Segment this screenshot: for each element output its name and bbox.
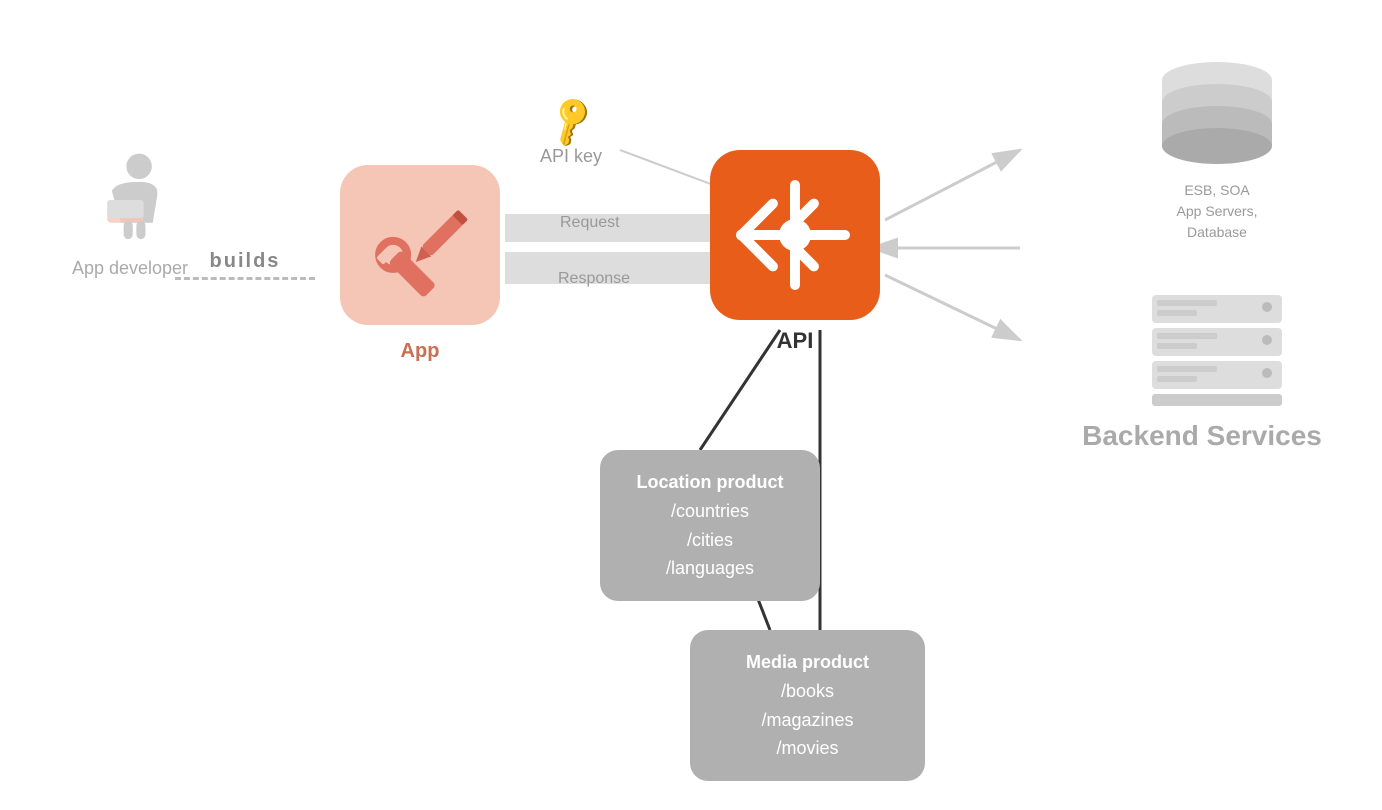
- api-label: API: [777, 328, 814, 354]
- api-key-label: API key: [540, 146, 602, 167]
- location-product-box: Location product /countries /cities /lan…: [600, 450, 820, 601]
- media-product-title: Media product: [720, 648, 895, 677]
- media-product-item-3: /movies: [720, 734, 895, 763]
- builds-annotation: builds: [175, 250, 315, 280]
- app-developer-label: App developer: [72, 258, 188, 279]
- request-label: Request: [560, 214, 620, 232]
- database-icon-group: ESB, SOAApp Servers,Database: [1152, 55, 1282, 243]
- esb-soa-label: ESB, SOAApp Servers,Database: [1152, 180, 1282, 243]
- media-product-item-2: /magazines: [720, 706, 895, 735]
- diagram-container: App developer builds App 🔑 API key: [0, 0, 1382, 810]
- media-product-item-1: /books: [720, 677, 895, 706]
- app-box: [340, 165, 500, 325]
- key-icon: 🔑: [541, 92, 601, 151]
- location-product-item-3: /languages: [630, 554, 790, 583]
- location-product-item-2: /cities: [630, 526, 790, 555]
- database-icon: [1152, 55, 1282, 175]
- server-icon-group: [1142, 290, 1292, 415]
- app-label: App: [370, 340, 470, 363]
- app-tools-icon: [360, 185, 480, 305]
- api-snowflake-icon: [730, 170, 860, 300]
- location-product-title: Location product: [630, 468, 790, 497]
- location-product-item-1: /countries: [630, 497, 790, 526]
- builds-dashed-line: [175, 277, 315, 280]
- backend-services-label: Backend Services: [1072, 420, 1332, 452]
- media-product-box: Media product /books /magazines /movies: [690, 630, 925, 781]
- builds-text: builds: [210, 250, 281, 273]
- api-key-area: 🔑 API key: [540, 100, 602, 167]
- person-icon: [90, 150, 170, 250]
- response-label: Response: [558, 270, 630, 288]
- api-central-section: API: [710, 150, 880, 354]
- server-icon: [1142, 290, 1292, 410]
- api-icon-box: [710, 150, 880, 320]
